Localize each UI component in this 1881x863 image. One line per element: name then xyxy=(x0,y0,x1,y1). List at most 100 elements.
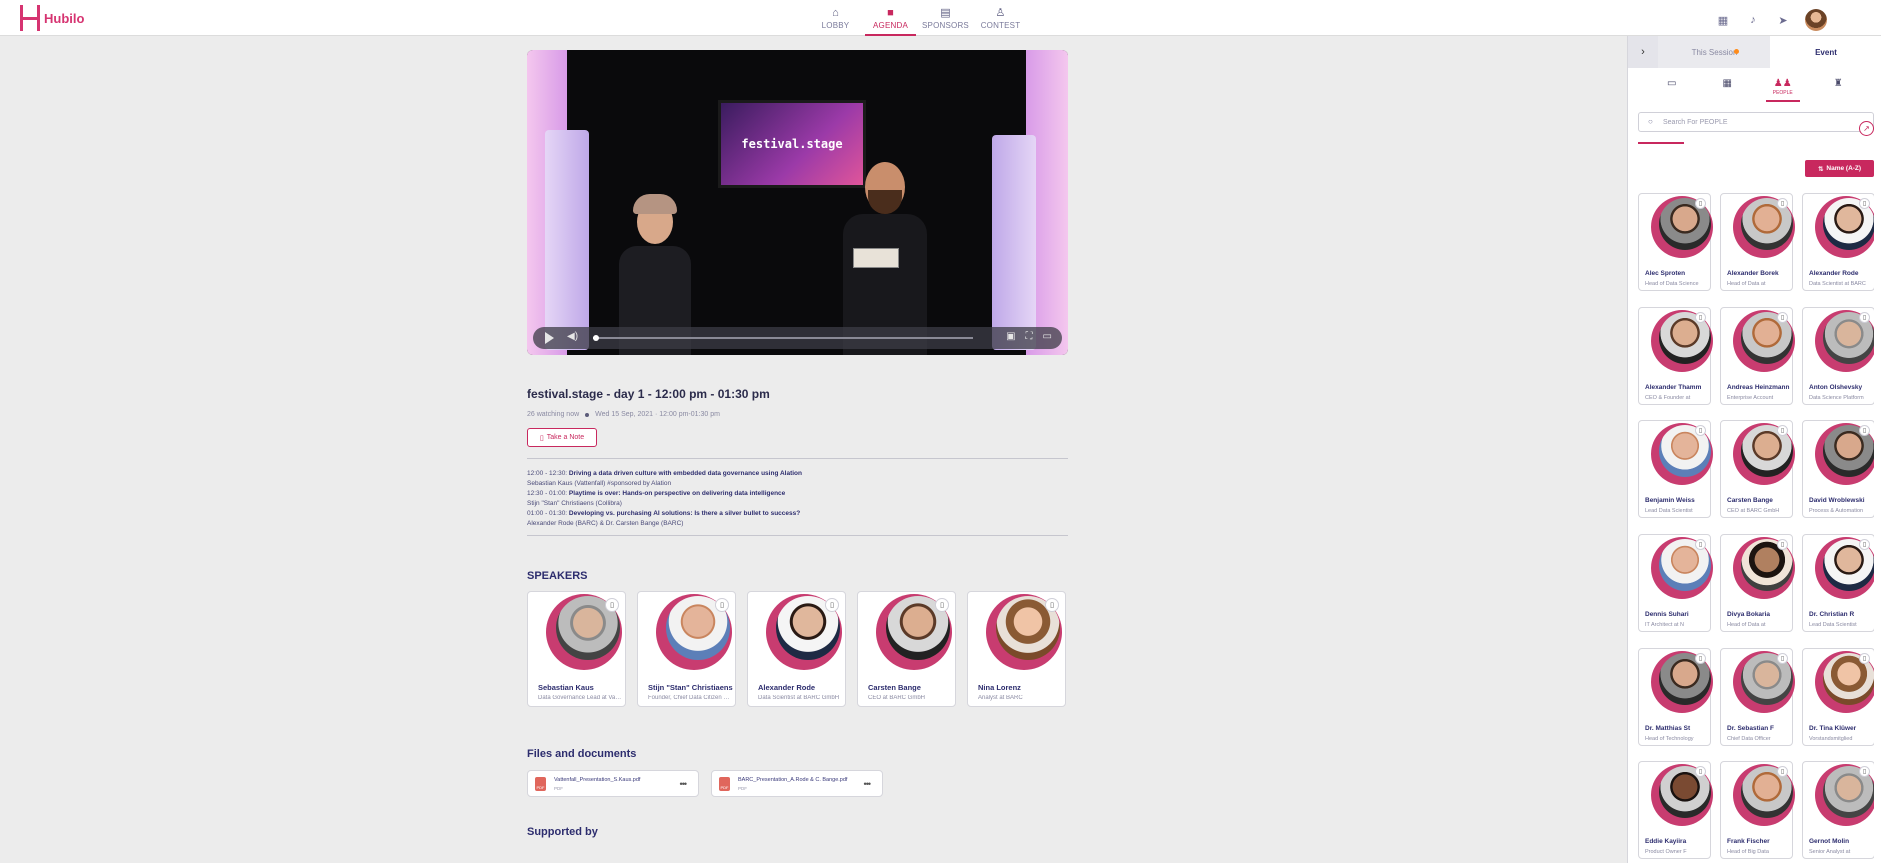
watching-count: 26 watching now xyxy=(527,411,580,418)
speakers-heading: SPEAKERS xyxy=(527,570,588,582)
speaker-card[interactable]: ▯ Carsten Bange CEO at BARC GmbH xyxy=(857,591,956,707)
take-note-button[interactable]: ▯ Take a Note xyxy=(527,428,597,447)
more-options-icon[interactable]: ••• xyxy=(864,779,872,789)
picture-in-picture-icon[interactable]: ▣ xyxy=(1006,331,1015,342)
bookmark-icon[interactable]: ▯ xyxy=(825,598,839,612)
file-name: BARC_Presentation_A.Rode & C. Bange.pdf xyxy=(738,777,848,783)
speaker-card[interactable]: ▯ Sebastian Kaus Data Governance Lead at… xyxy=(527,591,626,707)
bookmark-icon[interactable]: ▯ xyxy=(715,598,729,612)
person-card[interactable]: ▯ Alexander Rode Data Scientist at BARC xyxy=(1802,193,1874,291)
person-card[interactable]: ▯ Andreas Heinzmann Enterprise Account xyxy=(1720,306,1795,405)
progress-handle[interactable] xyxy=(593,335,599,341)
video-controls: ◀) ▣ ⛶ ▭ xyxy=(533,327,1062,349)
bookmark-icon[interactable]: ▯ xyxy=(1777,652,1788,664)
bookmark-icon[interactable]: ▯ xyxy=(1859,311,1870,323)
bookmark-icon[interactable]: ▯ xyxy=(1777,198,1788,209)
calendar-icon[interactable]: ▦ xyxy=(1715,12,1731,28)
theater-mode-icon[interactable]: ▭ xyxy=(1043,331,1052,342)
supported-by-heading: Supported by xyxy=(527,826,598,838)
person-role: Head of Data at xyxy=(1727,281,1766,287)
video-player[interactable]: festival.stage ◀) ▣ ⛶ ▭ xyxy=(527,50,1068,355)
person-role: Head of Technology xyxy=(1645,735,1694,742)
person-role: Process & Automation xyxy=(1809,508,1864,515)
bookmark-icon[interactable]: ▯ xyxy=(1695,538,1706,550)
tab-leaderboard[interactable]: ♜ xyxy=(1821,78,1855,100)
bookmark-icon[interactable]: ▯ xyxy=(605,598,619,612)
tab-event[interactable]: Event xyxy=(1770,36,1881,68)
person-card[interactable]: ▯ Dr. Sebastian F Chief Data Officer xyxy=(1720,647,1795,746)
play-icon[interactable] xyxy=(545,332,554,344)
person-card[interactable]: ▯ Eddie Kayiira Product Owner F xyxy=(1638,761,1713,860)
hubilo-logo[interactable]: Hubilo xyxy=(20,5,84,31)
speaker-card[interactable]: ▯ Alexander Rode Data Scientist at BARC … xyxy=(747,591,846,707)
nav-lobby[interactable]: ⌂ LOBBY xyxy=(808,0,863,36)
speaker-role: Data Scientist at BARC GmbH xyxy=(758,695,840,701)
speaker-card[interactable]: ▯ Stijn "Stan" Christiaens Founder, Chie… xyxy=(637,591,736,707)
panel-tabs: › This Session Event xyxy=(1628,36,1881,68)
file-item[interactable]: PDF Vattenfall_Presentation_S.Kaus.pdf P… xyxy=(527,770,699,797)
person-name: Frank Fischer xyxy=(1727,838,1770,846)
volume-icon[interactable]: ◀) xyxy=(567,331,578,342)
user-avatar[interactable] xyxy=(1805,9,1827,31)
nav-agenda-label: AGENDA xyxy=(873,20,908,30)
agenda-speakers: Sebastian Kaus (Vattenfall) #sponsored b… xyxy=(527,480,672,487)
bookmark-icon[interactable]: ▯ xyxy=(1695,652,1706,664)
stage-screen-text: festival.stage xyxy=(741,137,843,151)
person-card[interactable]: ▯ Benjamin Weiss Lead Data Scientist xyxy=(1638,420,1713,519)
bookmark-icon[interactable]: ▯ xyxy=(1695,311,1706,323)
pdf-file-icon: PDF xyxy=(535,777,546,791)
search-icon: ○ xyxy=(1648,117,1653,126)
bookmark-icon[interactable]: ▯ xyxy=(1777,311,1788,323)
speaker-role: Founder, Chief Data Citizen at Collibra xyxy=(648,695,732,701)
person-role: CEO at BARC GmbH xyxy=(1727,508,1780,515)
bell-icon[interactable]: ♪ xyxy=(1745,12,1761,28)
tab-feed[interactable]: ▭ xyxy=(1655,78,1689,100)
bookmark-icon[interactable]: ▯ xyxy=(1045,598,1059,612)
trophy-icon: ♙ xyxy=(995,7,1006,19)
person-name: Gernot Molin xyxy=(1809,838,1850,846)
person-card[interactable]: ▯ Dr. Tina Klüwer Vorstandsmitglied xyxy=(1802,647,1874,746)
speaker-name: Alexander Rode xyxy=(758,683,816,692)
bookmark-icon[interactable]: ▯ xyxy=(1695,198,1706,209)
person-card[interactable]: ▯ Alexander Borek Head of Data at xyxy=(1720,193,1795,291)
collapse-panel-button[interactable]: › xyxy=(1628,36,1658,68)
tab-people-label: PEOPLE xyxy=(1772,90,1793,96)
person-card[interactable]: ▯ Frank Fischer Head of Big Data xyxy=(1720,761,1795,860)
file-item[interactable]: PDF BARC_Presentation_A.Rode & C. Bange.… xyxy=(711,770,883,797)
bookmark-icon[interactable]: ▯ xyxy=(935,598,949,612)
person-card[interactable]: ▯ Alec Sproten Head of Data Science xyxy=(1638,193,1713,291)
people-search-input[interactable]: ○ Search For PEOPLE xyxy=(1638,112,1874,132)
nav-agenda[interactable]: ■ AGENDA xyxy=(863,0,918,36)
nav-contest[interactable]: ♙ CONTEST xyxy=(973,0,1028,36)
person-card[interactable]: ▯ Dennis Suhari IT Architect at N xyxy=(1638,533,1713,632)
tab-schedule[interactable]: ▦ xyxy=(1710,78,1744,100)
tab-people[interactable]: ♟♟ PEOPLE xyxy=(1765,78,1800,102)
person-card[interactable]: ▯ David Wroblewski Process & Automation xyxy=(1802,420,1874,519)
nav-sponsors[interactable]: ▤ SPONSORS xyxy=(918,0,973,36)
person-card[interactable]: ▯ Divya Bokaria Head of Data at xyxy=(1720,533,1795,632)
more-options-icon[interactable]: ••• xyxy=(680,779,688,789)
person-card[interactable]: ▯ Gernot Molin Senior Analyst at xyxy=(1802,761,1874,860)
person-card[interactable]: ▯ Carsten Bange CEO at BARC GmbH xyxy=(1720,420,1795,519)
bookmark-icon[interactable]: ▯ xyxy=(1859,198,1870,209)
top-bar: Hubilo ⌂ LOBBY ■ AGENDA ▤ SPONSORS ♙ CON… xyxy=(0,0,1881,36)
fullscreen-icon[interactable]: ⛶ xyxy=(1026,331,1033,342)
bookmark-icon[interactable]: ▯ xyxy=(1777,538,1788,550)
person-name: Dr. Matthias St xyxy=(1645,724,1691,732)
store-icon: ▤ xyxy=(940,7,951,19)
bookmark-icon[interactable]: ▯ xyxy=(1859,652,1870,664)
person-card[interactable]: ▯ Anton Olshevsky Data Science Platform xyxy=(1802,306,1874,405)
sort-dropdown-button[interactable]: ⇅ Name (A-Z) xyxy=(1805,160,1874,177)
send-icon[interactable]: ➤ xyxy=(1775,12,1791,28)
external-link-icon[interactable]: ↗ xyxy=(1859,121,1874,136)
person-card[interactable]: ▯ Dr. Matthias St Head of Technology xyxy=(1638,647,1713,746)
session-datetime: Wed 15 Sep, 2021 · 12:00 pm-01:30 pm xyxy=(595,411,720,418)
pdf-file-icon: PDF xyxy=(719,777,730,791)
speaker-name: Nina Lorenz xyxy=(978,683,1021,692)
video-progress-bar[interactable] xyxy=(593,335,973,341)
tab-this-session[interactable]: This Session xyxy=(1658,36,1770,68)
speaker-card[interactable]: ▯ Nina Lorenz Analyst at BARC xyxy=(967,591,1066,707)
person-card[interactable]: ▯ Dr. Christian R Lead Data Scientist xyxy=(1802,533,1874,632)
person-card[interactable]: ▯ Alexander Thamm CEO & Founder at xyxy=(1638,306,1713,405)
bookmark-icon[interactable]: ▯ xyxy=(1859,538,1870,550)
